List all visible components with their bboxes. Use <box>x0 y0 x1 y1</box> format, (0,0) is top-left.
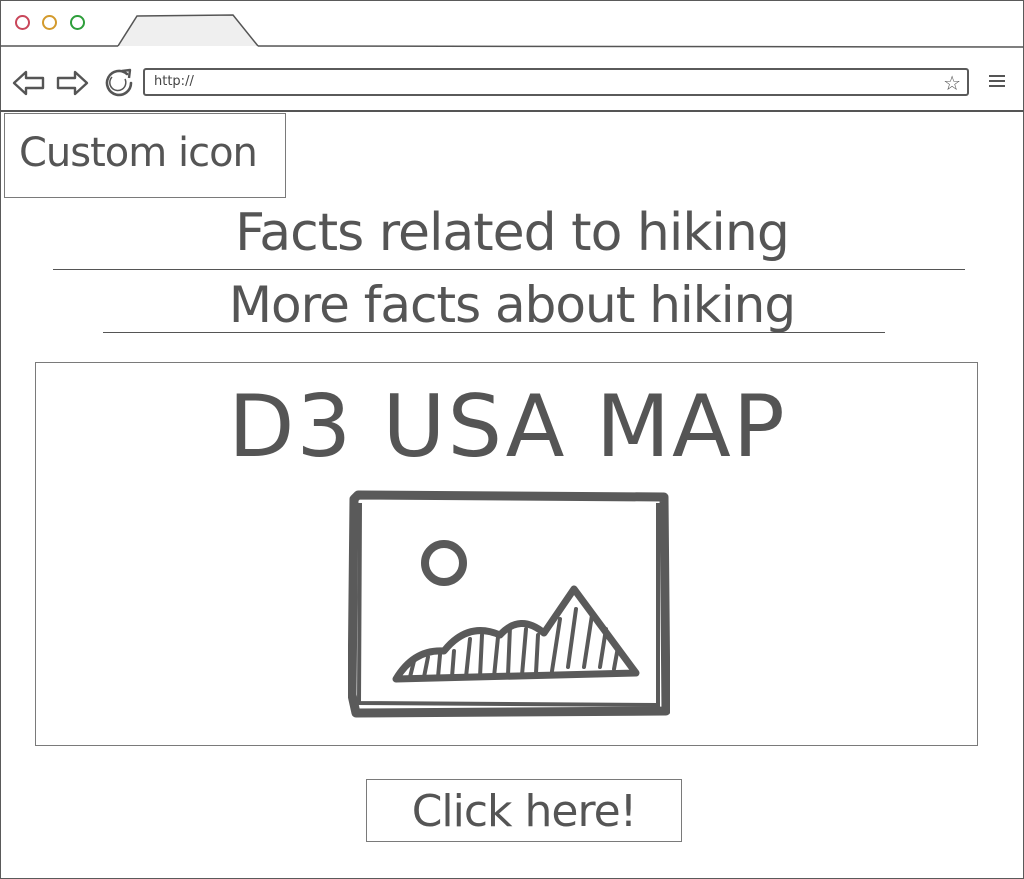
toolbar-divider <box>0 110 1024 112</box>
subtitle-underline <box>103 332 885 333</box>
star-icon[interactable]: ☆ <box>943 72 961 94</box>
image-placeholder-icon <box>348 490 670 718</box>
page-title: Facts related to hiking <box>235 203 790 263</box>
arrow-left-icon[interactable] <box>12 70 46 96</box>
map-panel: D3 USA MAP <box>35 362 978 746</box>
arrow-right-icon[interactable] <box>55 70 89 96</box>
address-bar[interactable]: http:// ☆ <box>143 68 969 96</box>
click-here-button[interactable]: Click here! <box>366 779 682 842</box>
reload-icon[interactable] <box>103 67 137 99</box>
browser-tab[interactable] <box>0 0 1024 48</box>
page-subtitle: More facts about hiking <box>228 276 796 334</box>
hamburger-icon[interactable] <box>989 75 1005 90</box>
click-here-label: Click here! <box>411 786 638 837</box>
url-text: http:// <box>154 74 194 89</box>
browser-titlebar <box>0 0 1024 48</box>
browser-toolbar: http:// ☆ <box>0 47 1024 110</box>
custom-icon-label: Custom icon <box>19 130 258 176</box>
map-title: D3 USA MAP <box>228 377 787 477</box>
title-underline <box>53 269 965 270</box>
custom-icon-placeholder[interactable]: Custom icon <box>4 113 286 198</box>
